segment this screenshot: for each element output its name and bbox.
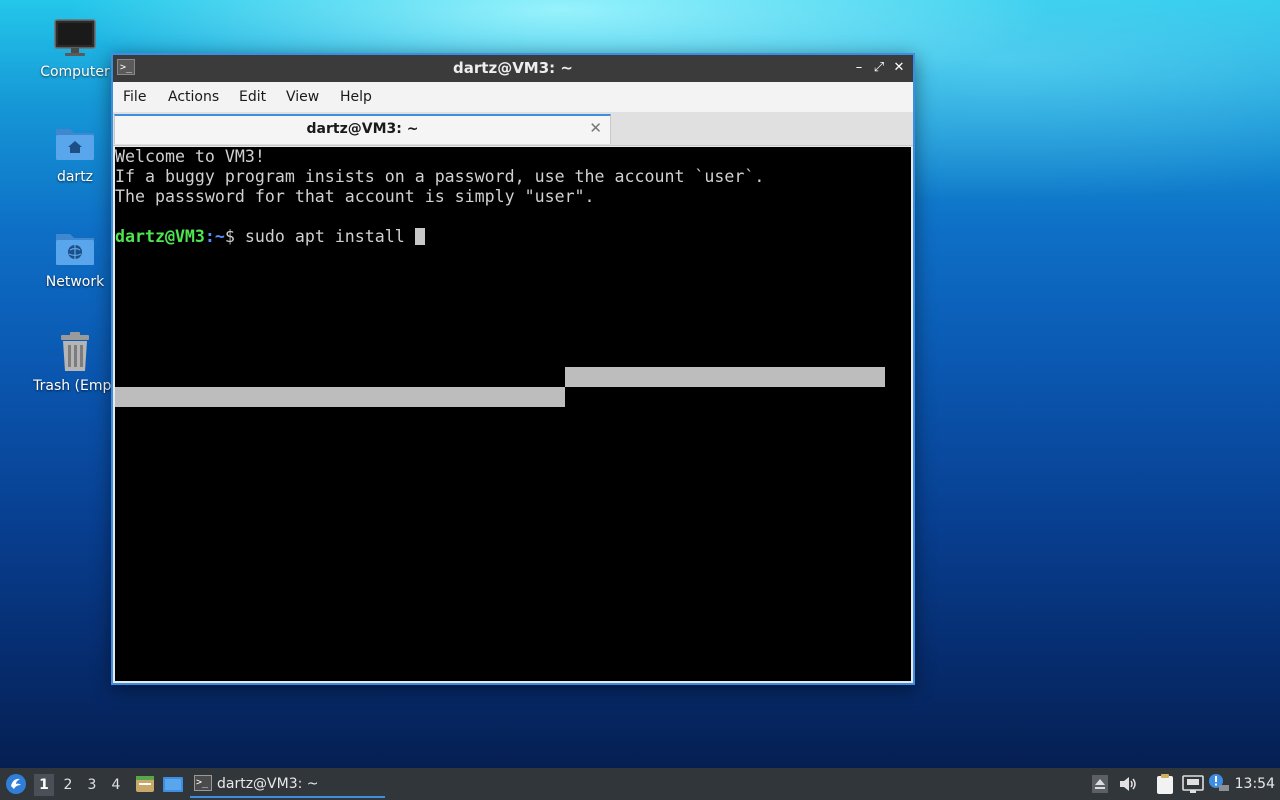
command-input[interactable]: sudo apt install <box>245 227 415 246</box>
tab-close-icon[interactable]: ✕ <box>589 119 602 137</box>
desktop-icon-label: Computer <box>40 64 110 80</box>
desktop-icon-label: Network <box>45 274 105 290</box>
menu-file[interactable]: File <box>123 89 146 105</box>
menu-edit[interactable]: Edit <box>239 89 266 105</box>
monitor-icon <box>54 19 96 56</box>
prompt-user: dartz@VM3 <box>115 227 205 246</box>
prompt-separator: : <box>204 227 215 246</box>
desktop-icon-label: Trash (Empt <box>33 378 117 394</box>
home-folder-icon <box>56 129 94 160</box>
network-icon[interactable] <box>1182 774 1204 794</box>
tab-label: dartz@VM3: ~ <box>306 121 419 137</box>
close-button[interactable]: ✕ <box>890 59 908 77</box>
workspace-2[interactable]: 2 <box>58 774 78 796</box>
desktop-icon-trash[interactable]: Trash (Empt <box>25 330 125 394</box>
tab-terminal[interactable]: dartz@VM3: ~ ✕ <box>114 114 611 144</box>
menu-actions[interactable]: Actions <box>168 89 219 105</box>
workspace-4[interactable]: 4 <box>106 774 126 796</box>
prompt-line: dartz@VM3:~$ sudo apt install <box>115 227 425 247</box>
terminal-window[interactable]: >_ dartz@VM3: ~ – ⤢ ✕ File Actions Edit … <box>111 53 915 685</box>
clock[interactable]: 13:54 <box>1235 776 1275 792</box>
workspace-1[interactable]: 1 <box>34 774 54 796</box>
text-cursor <box>414 228 425 245</box>
file-manager-icon[interactable] <box>134 773 156 795</box>
show-desktop-icon[interactable] <box>162 773 184 795</box>
taskbar: 1 2 3 4 >_ dartz@VM3: ~ 13:54 <box>0 768 1280 800</box>
workspace-3[interactable]: 3 <box>82 774 102 796</box>
taskbar-task-label: dartz@VM3: ~ <box>217 776 319 792</box>
render-artifact <box>565 367 885 387</box>
clipboard-icon[interactable] <box>1155 773 1175 795</box>
minimize-button[interactable]: – <box>850 59 868 77</box>
network-folder-icon <box>56 234 94 265</box>
update-notifier-icon[interactable] <box>1208 773 1230 793</box>
taskbar-task-terminal[interactable]: >_ dartz@VM3: ~ <box>190 770 385 798</box>
terminal-task-icon: >_ <box>194 775 212 791</box>
start-menu-icon[interactable] <box>4 772 28 796</box>
maximize-button[interactable]: ⤢ <box>870 59 888 77</box>
desktop-icon-label: dartz <box>56 169 94 185</box>
window-titlebar[interactable]: >_ dartz@VM3: ~ – ⤢ ✕ <box>113 55 913 82</box>
volume-icon[interactable] <box>1118 775 1138 793</box>
eject-icon[interactable] <box>1092 775 1108 793</box>
desktop-icon-computer[interactable]: Computer <box>25 16 125 80</box>
trash-icon <box>61 332 89 371</box>
terminal-line: The passsword for that account is simply… <box>115 187 595 206</box>
prompt-symbol: $ <box>224 227 245 246</box>
terminal-output[interactable]: Welcome to VM3! If a buggy program insis… <box>115 147 911 681</box>
terminal-line: If a buggy program insists on a password… <box>115 167 765 186</box>
terminal-line: Welcome to VM3! <box>115 147 265 166</box>
menu-help[interactable]: Help <box>340 89 372 105</box>
desktop-icon-network[interactable]: Network <box>25 226 125 290</box>
desktop-icon-home[interactable]: dartz <box>25 121 125 185</box>
menu-bar: File Actions Edit View Help <box>113 82 913 112</box>
tab-bar: dartz@VM3: ~ ✕ <box>113 112 913 146</box>
render-artifact <box>115 387 565 407</box>
window-title: dartz@VM3: ~ <box>453 59 573 77</box>
prompt-path: ~ <box>214 227 225 246</box>
desktop: Computer dartz Network Trash (Empt >_ da… <box>0 0 1280 768</box>
menu-view[interactable]: View <box>286 89 319 105</box>
